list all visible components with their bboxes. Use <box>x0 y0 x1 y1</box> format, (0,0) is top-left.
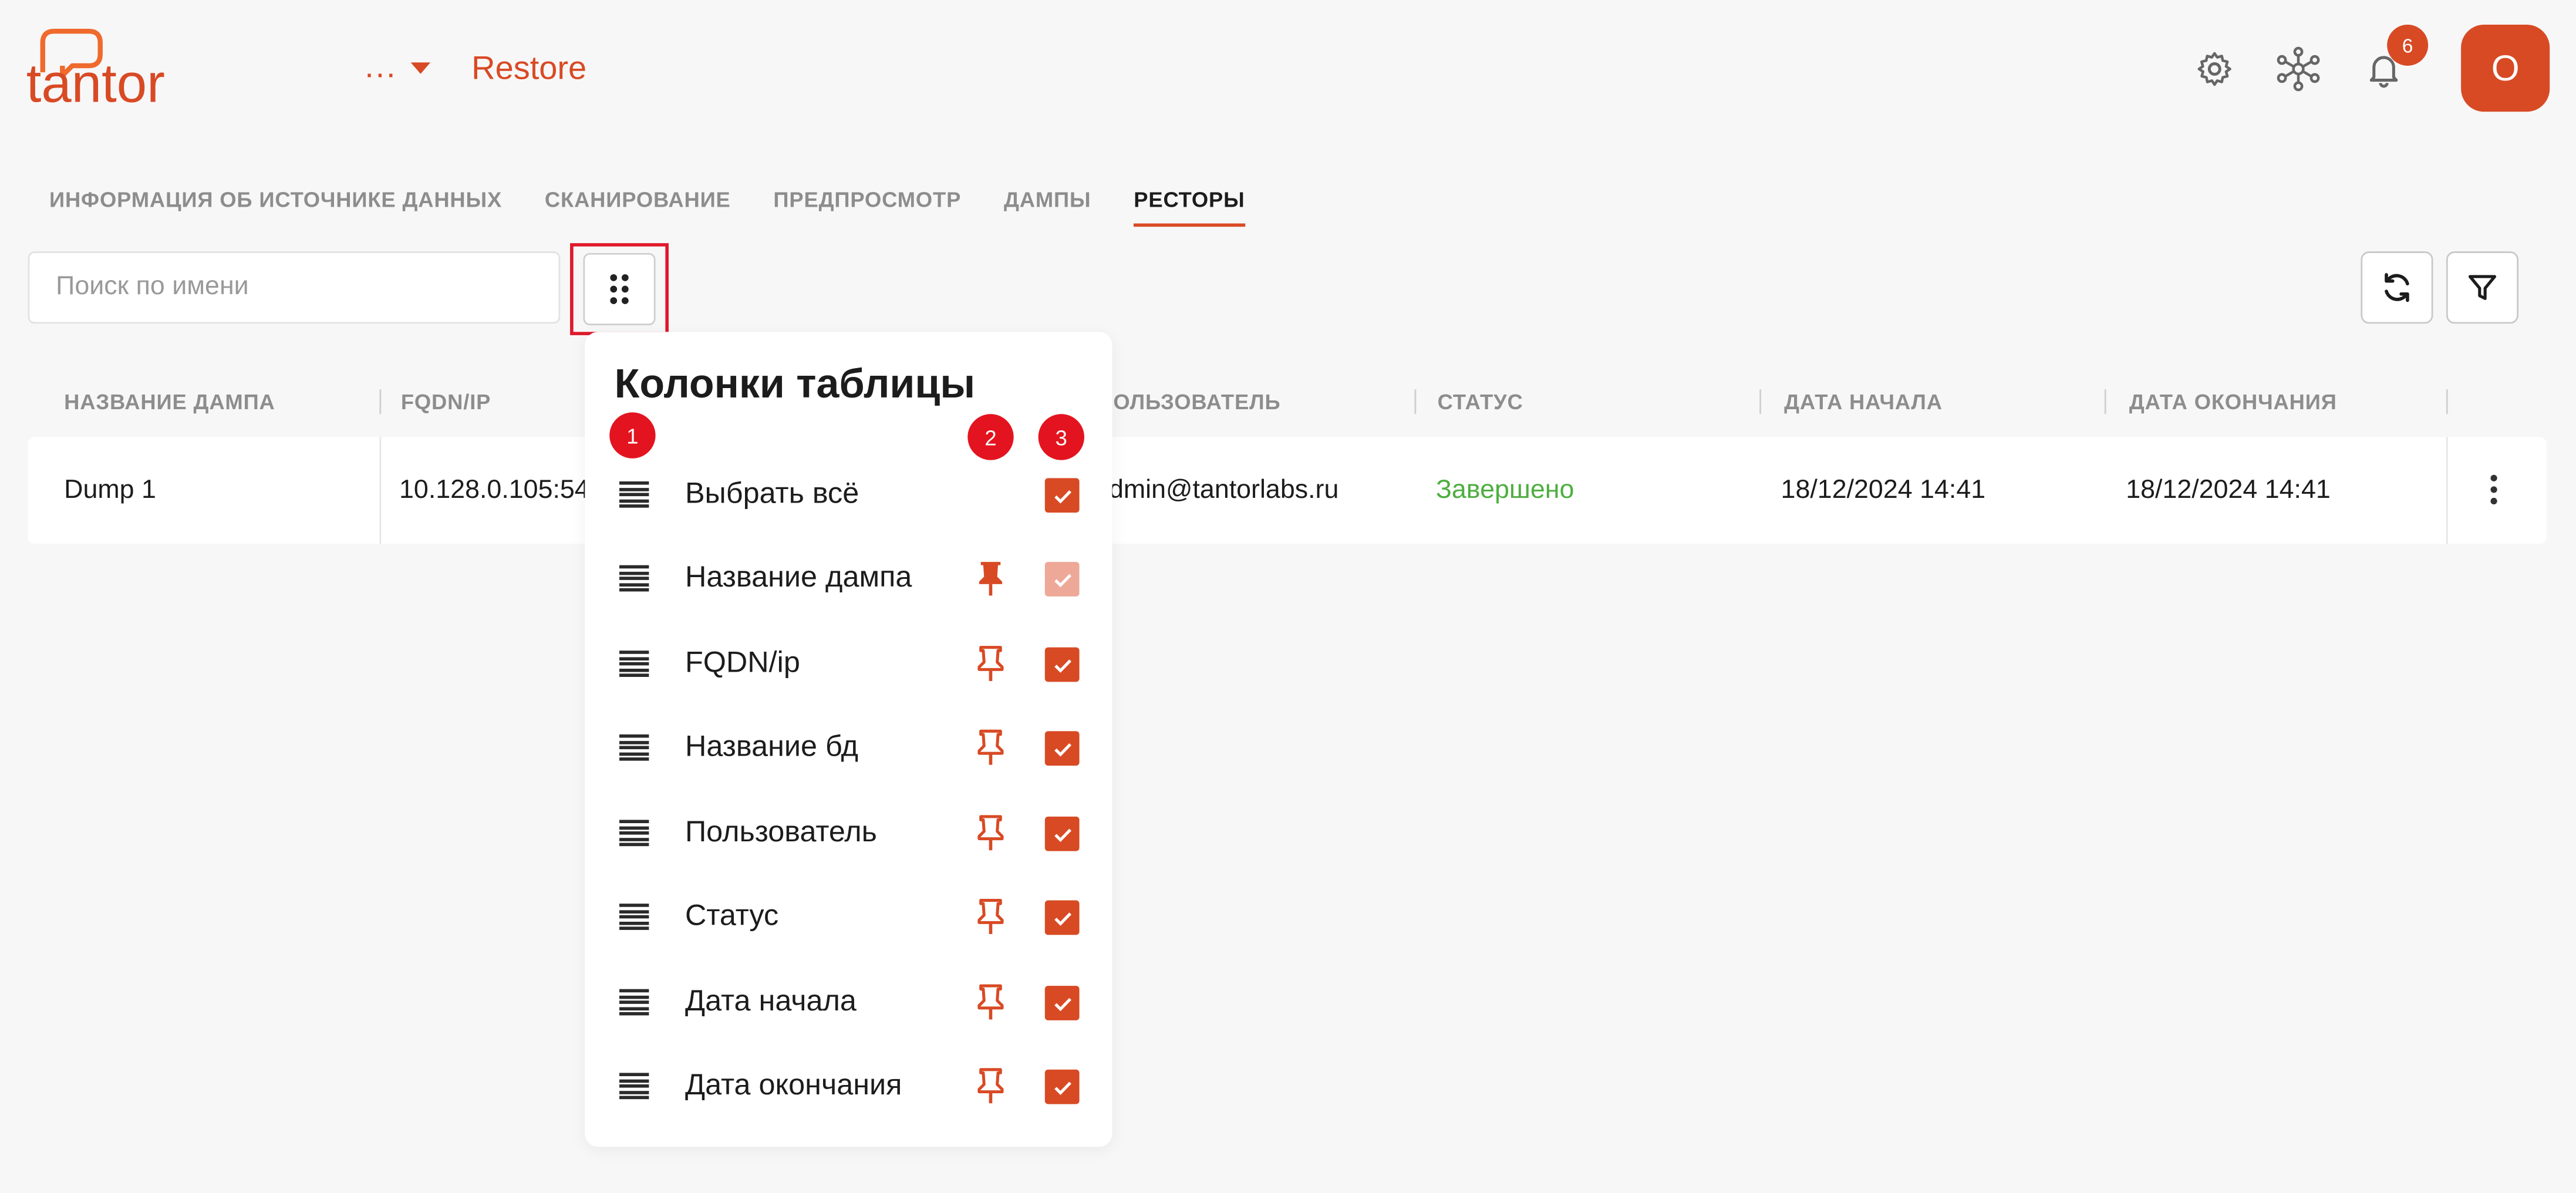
check-icon <box>1053 489 1071 503</box>
checkbox[interactable] <box>1044 647 1080 682</box>
chevron-down-icon <box>410 62 430 74</box>
annotation-marker-3: 3 <box>1035 410 1088 464</box>
header-dump-name[interactable]: НАЗВАНИЕ ДАМПА <box>64 389 275 414</box>
row-actions-icon[interactable] <box>2477 469 2510 511</box>
network-icon <box>2277 46 2320 92</box>
tab-preview[interactable]: ПРЕДПРОСМОТР <box>773 187 961 227</box>
tab-data-source-info[interactable]: ИНФОРМАЦИЯ ОБ ИСТОЧНИКЕ ДАННЫХ <box>49 187 502 227</box>
tab-dumps[interactable]: ДАМПЫ <box>1004 187 1091 227</box>
app-root: tantor ... Restore 6 O ИНФОРМАЦИЯ ОБ ИСТ… <box>0 0 2576 1193</box>
tab-restores[interactable]: РЕСТОРЫ <box>1134 187 1245 227</box>
notification-badge: 6 <box>2387 24 2429 66</box>
column-item-label: Статус <box>685 898 779 932</box>
column-item-label: Дата начала <box>685 984 857 1017</box>
pin-outline-icon[interactable] <box>976 644 1005 683</box>
dots-grid-icon <box>610 274 629 304</box>
columns-button[interactable] <box>583 252 656 326</box>
cell-divider <box>379 437 382 544</box>
checkbox[interactable] <box>1044 478 1080 513</box>
cell-status: Завершено <box>1435 476 1574 505</box>
check-icon <box>1053 997 1071 1011</box>
cell-fqdn: 10.128.0.105:543 <box>399 476 604 505</box>
drag-handle-icon[interactable] <box>619 820 649 847</box>
header-user[interactable]: ПОЛЬЗОВАТЕЛЬ <box>1097 389 1281 414</box>
column-item-select-all: Выбрать всё <box>585 461 1112 527</box>
column-item-start-date: Дата начала <box>585 969 1112 1035</box>
column-item-label: Название дампа <box>685 560 912 594</box>
pin-outline-icon[interactable] <box>976 728 1005 767</box>
cell-user: dmin@tantorlabs.ru <box>1108 476 1339 505</box>
column-item-status: Статус <box>585 884 1112 950</box>
drag-handle-icon[interactable] <box>619 565 649 592</box>
tab-bar: ИНФОРМАЦИЯ ОБ ИСТОЧНИКЕ ДАННЫХ СКАНИРОВА… <box>49 187 1287 227</box>
drag-handle-icon[interactable] <box>619 1073 649 1100</box>
breadcrumb-menu[interactable]: ... <box>365 49 430 87</box>
checkbox[interactable] <box>1044 986 1080 1020</box>
drag-handle-icon[interactable] <box>619 651 649 677</box>
tab-scanning[interactable]: СКАНИРОВАНИЕ <box>545 187 731 227</box>
filter-icon <box>2468 275 2497 300</box>
page-title: Restore <box>471 50 587 87</box>
column-divider[interactable] <box>1759 389 1761 414</box>
annotation-marker-1: 1 <box>606 409 659 462</box>
drag-handle-icon[interactable] <box>619 989 649 1016</box>
tantor-logo[interactable]: tantor <box>23 23 217 112</box>
pin-outline-icon[interactable] <box>976 982 1005 1022</box>
drag-handle-icon[interactable] <box>619 734 649 761</box>
network-button[interactable] <box>2272 43 2325 96</box>
cell-start-date: 18/12/2024 14:41 <box>1781 476 1986 505</box>
checkbox[interactable] <box>1044 816 1080 851</box>
filter-button[interactable] <box>2446 251 2519 324</box>
column-item-label: Название бд <box>685 729 859 763</box>
column-item-user: Пользователь <box>585 800 1112 866</box>
column-item-dump-name: Название дампа <box>585 545 1112 611</box>
column-item-fqdn: FQDN/ip <box>585 631 1112 697</box>
pin-outline-icon[interactable] <box>976 897 1005 936</box>
column-divider[interactable] <box>1414 389 1417 414</box>
check-icon <box>1053 911 1071 925</box>
avatar[interactable]: O <box>2461 24 2550 112</box>
settings-button[interactable] <box>2189 43 2241 96</box>
header-status[interactable]: СТАТУС <box>1438 389 1523 414</box>
drag-handle-icon[interactable] <box>619 904 649 930</box>
header-end-date[interactable]: ДАТА ОКОНЧАНИЯ <box>2129 389 2337 414</box>
logo-text: tantor <box>26 53 165 112</box>
checkbox[interactable] <box>1044 731 1080 766</box>
pin-outline-icon[interactable] <box>976 1066 1005 1106</box>
annotation-marker-2: 2 <box>964 410 1017 464</box>
pin-filled-icon[interactable] <box>976 558 1005 598</box>
gear-icon <box>2197 52 2231 86</box>
check-icon <box>1053 742 1071 756</box>
column-divider[interactable] <box>2104 389 2106 414</box>
checkbox-disabled <box>1044 562 1080 596</box>
cell-dump-name: Dump 1 <box>64 476 156 505</box>
breadcrumb-dots: ... <box>365 49 397 86</box>
column-item-end-date: Дата окончания <box>585 1053 1112 1119</box>
column-item-label: Пользователь <box>685 815 877 848</box>
header-user-label: ПОЛЬЗОВАТЕЛЬ <box>1097 389 1281 414</box>
refresh-button[interactable] <box>2361 251 2433 324</box>
column-item-label: Дата окончания <box>685 1068 902 1101</box>
pin-outline-icon[interactable] <box>976 813 1005 852</box>
popover-title: Колонки таблицы <box>614 361 976 408</box>
drag-handle-icon[interactable] <box>619 481 649 508</box>
column-item-label: FQDN/ip <box>685 645 800 679</box>
cell-end-date: 18/12/2024 14:41 <box>2126 476 2331 505</box>
search-input[interactable] <box>28 251 561 324</box>
column-divider[interactable] <box>379 389 382 414</box>
check-icon <box>1053 828 1071 841</box>
checkbox[interactable] <box>1044 900 1080 935</box>
refresh-icon <box>2385 273 2409 302</box>
check-icon <box>1053 573 1071 587</box>
header-start-date[interactable]: ДАТА НАЧАЛА <box>1784 389 1943 414</box>
check-icon <box>1053 1081 1071 1094</box>
column-item-label: Выбрать всё <box>685 476 859 510</box>
column-divider[interactable] <box>2446 389 2448 414</box>
check-icon <box>1053 658 1071 672</box>
column-item-db-name: Название бд <box>585 715 1112 780</box>
header-fqdn[interactable]: FQDN/IP <box>401 389 491 414</box>
cell-divider <box>2446 437 2448 544</box>
checkbox[interactable] <box>1044 1069 1080 1104</box>
